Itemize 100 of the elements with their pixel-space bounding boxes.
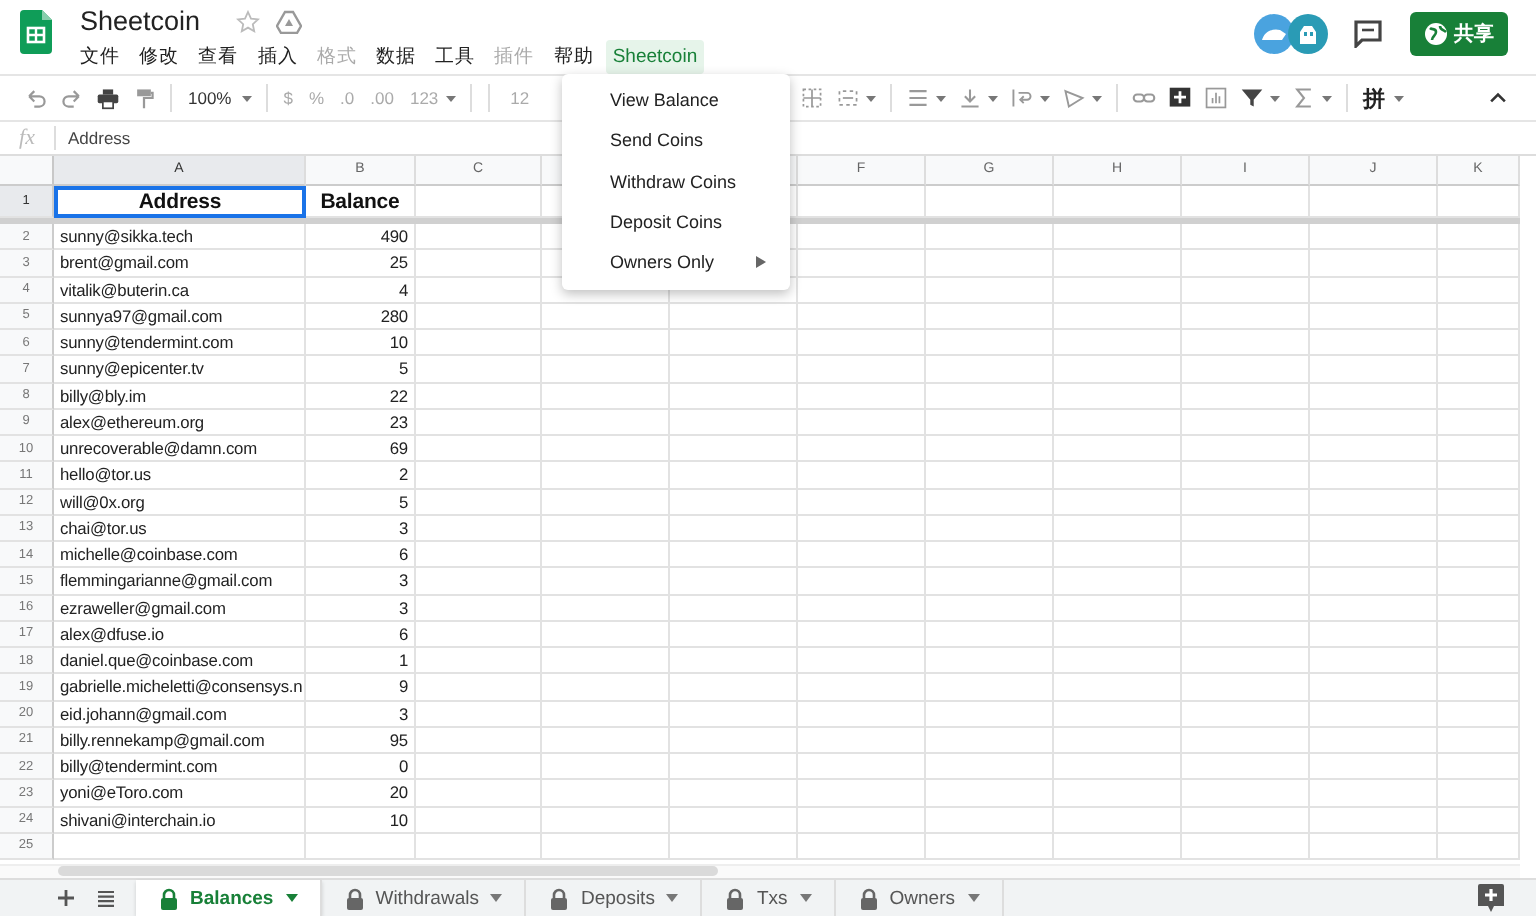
empty-cell — [670, 383, 798, 410]
empty-cell — [926, 250, 1054, 277]
empty-cell — [1182, 754, 1310, 781]
menu-item[interactable]: 文件 — [74, 38, 126, 76]
menu-item[interactable]: 工具 — [429, 38, 482, 76]
menu-item[interactable]: View Balance — [562, 80, 790, 121]
empty-cell — [306, 833, 416, 860]
sheet-tab[interactable]: Txs — [702, 880, 836, 916]
empty-cell — [1438, 462, 1520, 489]
sheet-tab[interactable]: Withdrawals — [321, 880, 527, 916]
comment-icon[interactable] — [1354, 19, 1382, 47]
empty-cell — [798, 595, 926, 622]
add-sheet-icon[interactable] — [56, 888, 76, 908]
explore-icon[interactable] — [1478, 884, 1504, 912]
empty-cell — [542, 727, 670, 754]
table-cell: will@0x.org — [54, 489, 306, 516]
formula-label: fx — [0, 126, 56, 150]
empty-cell — [1182, 383, 1310, 410]
menu-item[interactable]: Send Coins — [562, 120, 790, 162]
document-title[interactable]: Sheetcoin — [80, 6, 201, 36]
menu-item[interactable]: Sheetcoin — [606, 40, 704, 74]
empty-cell — [798, 621, 926, 648]
globe-icon — [1424, 21, 1448, 45]
formula-text[interactable]: Address — [68, 125, 131, 151]
add-comment-icon[interactable] — [1167, 86, 1192, 110]
sheets-logo-icon[interactable] — [20, 10, 52, 54]
table-cell: sunnya97@gmail.com — [54, 303, 306, 330]
table-cell: 6 — [306, 621, 416, 648]
sheet-list-icon[interactable] — [96, 888, 116, 908]
menu-item[interactable]: 插入 — [251, 38, 304, 76]
empty-cell — [1054, 780, 1182, 807]
scrollbar-thumb[interactable] — [58, 866, 718, 876]
empty-cell — [416, 648, 542, 675]
table-cell: 95 — [306, 727, 416, 754]
empty-cell — [926, 674, 1054, 701]
empty-cell — [1182, 621, 1310, 648]
empty-cell — [1054, 515, 1182, 542]
sum-icon[interactable] — [1291, 86, 1316, 110]
text-rotate-icon[interactable] — [1061, 86, 1086, 110]
table-cell: vitalik@buterin.ca — [54, 277, 306, 304]
empty-cell — [926, 648, 1054, 675]
empty-cell — [1054, 621, 1182, 648]
redo-icon[interactable] — [60, 86, 84, 110]
filter-icon[interactable] — [1239, 86, 1264, 110]
empty-cell — [1182, 648, 1310, 675]
table-cell: chai@tor.us — [54, 515, 306, 542]
sheet-tab[interactable]: Deposits — [526, 880, 703, 916]
toolbar-button[interactable]: 拼 — [1363, 83, 1386, 113]
borders-icon[interactable] — [799, 86, 824, 110]
star-icon[interactable] — [236, 9, 261, 33]
table-cell: 69 — [306, 436, 416, 463]
empty-cell — [798, 436, 926, 463]
table-cell: alex@dfuse.io — [54, 621, 306, 648]
menu-item[interactable]: Withdraw Coins — [562, 161, 790, 202]
empty-cell — [542, 807, 670, 834]
empty-cell — [1310, 330, 1438, 357]
selected-cell[interactable]: Address — [54, 186, 306, 218]
vertical-align-icon[interactable] — [957, 86, 982, 110]
empty-cell — [1438, 780, 1520, 807]
empty-cell — [670, 489, 798, 516]
table-cell: 2 — [306, 462, 416, 489]
empty-cell — [542, 674, 670, 701]
drive-icon[interactable] — [276, 9, 303, 33]
empty-cell — [1182, 807, 1310, 834]
menu-item[interactable]: 查看 — [192, 38, 245, 76]
menu-item[interactable]: Deposit Coins — [562, 201, 790, 243]
empty-cell — [416, 277, 542, 304]
empty-cell — [926, 807, 1054, 834]
align-icon[interactable] — [905, 86, 930, 110]
menu-item[interactable]: 数据 — [369, 38, 422, 76]
empty-cell — [1310, 224, 1438, 251]
empty-cell — [670, 568, 798, 595]
empty-cell — [542, 303, 670, 330]
table-cell: 9 — [306, 674, 416, 701]
text-wrap-icon[interactable] — [1009, 86, 1034, 110]
undo-icon[interactable] — [24, 86, 48, 110]
paint-format-icon[interactable] — [132, 86, 156, 110]
sheet-tab[interactable]: Owners — [835, 880, 1003, 916]
empty-cell — [1182, 277, 1310, 304]
menu-item[interactable]: 帮助 — [547, 38, 600, 76]
menu-item[interactable]: 修改 — [133, 38, 186, 76]
empty-cell — [416, 701, 542, 728]
empty-cell — [542, 330, 670, 357]
empty-cell — [926, 383, 1054, 410]
empty-cell — [670, 780, 798, 807]
chart-icon[interactable] — [1203, 86, 1228, 110]
empty-cell — [1438, 277, 1520, 304]
toolbar-button[interactable]: 100% — [188, 88, 232, 108]
share-button[interactable]: 共享 — [1410, 11, 1508, 55]
sheet-tab[interactable]: Balances — [136, 880, 322, 916]
empty-cell — [670, 330, 798, 357]
empty-cell — [670, 807, 798, 834]
empty-cell — [1182, 701, 1310, 728]
empty-cell — [542, 780, 670, 807]
merge-cells-icon[interactable] — [835, 86, 860, 110]
print-icon[interactable] — [96, 86, 120, 110]
menu-item[interactable]: Owners Only — [562, 242, 790, 283]
empty-cell — [1182, 833, 1310, 860]
empty-cell — [926, 621, 1054, 648]
empty-cell — [926, 462, 1054, 489]
